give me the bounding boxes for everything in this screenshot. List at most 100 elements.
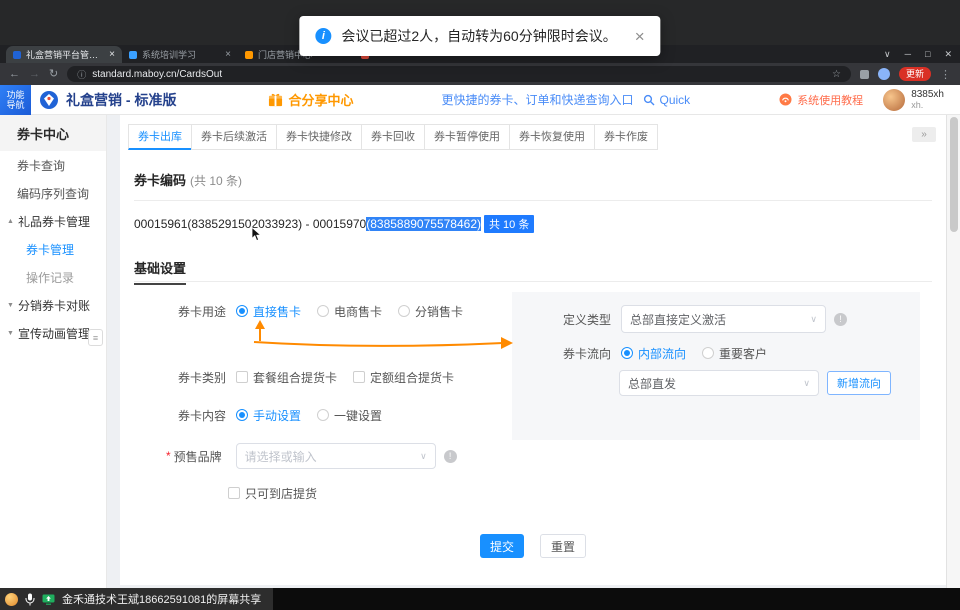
tab-card-recycle[interactable]: 券卡回收 [361, 124, 425, 150]
define-type-label: 定义类型 [563, 311, 613, 328]
microphone-icon[interactable] [25, 593, 35, 606]
reset-button[interactable]: 重置 [540, 534, 586, 558]
checkbox-fixed-combo-pickup-card[interactable]: 定额组合提货卡 [353, 369, 454, 386]
bookmark-star-icon[interactable]: ☆ [832, 69, 841, 80]
radio-ecommerce-sale[interactable]: 电商售卡 [317, 303, 382, 320]
flow-select[interactable]: 总部直发 ∨ [619, 370, 819, 396]
tab-favicon [245, 51, 253, 59]
card-tabs: 券卡出库 券卡后续激活 券卡快捷修改 券卡回收 券卡暂停使用 券卡恢复使用 券卡… [128, 124, 658, 150]
sidebar-item-card-query[interactable]: 券卡查询 [0, 151, 106, 179]
category-label: 券卡类别 [178, 369, 228, 386]
scrollbar-thumb[interactable] [950, 117, 958, 232]
minimize-icon[interactable]: ─ [905, 49, 911, 59]
store-only-row: 只可到店提货 [228, 483, 333, 503]
toast-close-icon[interactable]: × [635, 28, 645, 45]
screen-share-icon [42, 594, 55, 605]
sidebar-item-card-mgmt[interactable]: 券卡管理 [0, 235, 106, 263]
main-area: 券卡出库 券卡后续激活 券卡快捷修改 券卡回收 券卡暂停使用 券卡恢复使用 券卡… [107, 115, 946, 588]
brand-label: 预售品牌 [174, 448, 224, 465]
caret-up-icon: ▲ [7, 218, 14, 225]
tabs-expand-button[interactable]: » [912, 127, 936, 142]
radio-internal-flow[interactable]: 内部流向 [621, 345, 686, 362]
radio-label: 手动设置 [253, 407, 301, 424]
back-icon[interactable]: ← [9, 69, 20, 80]
define-type-select[interactable]: 总部直接定义激活 ∨ [621, 305, 826, 333]
checkbox-label: 定额组合提货卡 [370, 369, 454, 386]
address-bar: ← → ↻ ⓘ standard.maboy.cn/CardsOut ☆ 更新 … [0, 63, 960, 85]
tab-search-icon[interactable]: ∨ [884, 49, 891, 60]
app-header: 功能 导航 礼盒营销 - 标准版 合分享中心 更快捷的券卡、订单和快递查询入口 [0, 85, 960, 115]
define-type-row: 定义类型 总部直接定义激活 ∨ ! [563, 305, 847, 333]
window-close-icon[interactable]: ✕ [944, 49, 952, 60]
usage-label: 券卡用途 [178, 303, 228, 320]
sidebar-item-code-seq-query[interactable]: 编码序列查询 [0, 179, 106, 207]
info-icon: i [315, 28, 331, 44]
page-scrollbar[interactable] [946, 85, 960, 588]
radio-manual-setup[interactable]: 手动设置 [236, 407, 301, 424]
maximize-icon[interactable]: □ [925, 49, 930, 59]
brand-placeholder: 请选择或输入 [245, 448, 317, 465]
radio-label: 直接售卡 [253, 303, 301, 320]
browser-tab-2[interactable]: 系统培训学习 × [122, 46, 238, 63]
sidebar-group-distribution-recon[interactable]: ▼ 分销券卡对账 [0, 291, 106, 319]
define-type-info-icon[interactable]: ! [834, 313, 847, 326]
quick-entry-link[interactable]: 更快捷的券卡、订单和快递查询入口 [441, 91, 633, 108]
tab-card-activate[interactable]: 券卡后续激活 [191, 124, 277, 150]
content-card: 券卡出库 券卡后续激活 券卡快捷修改 券卡回收 券卡暂停使用 券卡恢复使用 券卡… [120, 115, 946, 585]
tab-title: 礼盒营销平台管理中心 [26, 48, 104, 61]
extensions-icon[interactable] [860, 70, 869, 79]
function-nav-line2: 导航 [6, 100, 24, 110]
tab-card-void[interactable]: 券卡作废 [594, 124, 658, 150]
radio-label: 内部流向 [638, 345, 686, 362]
user-info[interactable]: 8385xh xh. [883, 89, 944, 111]
tab-close-icon[interactable]: × [109, 50, 115, 60]
forward-icon[interactable]: → [29, 69, 40, 80]
radio-direct-sale[interactable]: 直接售卡 [236, 303, 301, 320]
brand-select[interactable]: 请选择或输入 ∨ [236, 443, 436, 469]
usage-row: 券卡用途 直接售卡 电商售卡 分销售卡 [178, 301, 479, 321]
checkbox-store-pickup-only[interactable]: 只可到店提货 [228, 485, 317, 502]
radio-label: 分销售卡 [415, 303, 463, 320]
sidebar-group-gift-card-mgmt[interactable]: ▲ 礼品券卡管理 [0, 207, 106, 235]
toolbar-right: 更新 ⋮ [860, 67, 951, 81]
submit-button[interactable]: 提交 [480, 534, 524, 558]
profile-avatar[interactable] [878, 68, 890, 80]
function-nav-button[interactable]: 功能 导航 [0, 85, 31, 115]
chrome-update-button[interactable]: 更新 [899, 67, 931, 81]
site-info-icon[interactable]: ⓘ [77, 68, 86, 81]
reload-icon[interactable]: ↻ [49, 69, 58, 80]
tab-card-outbound[interactable]: 券卡出库 [128, 124, 192, 150]
tab-card-quick-edit[interactable]: 券卡快捷修改 [276, 124, 362, 150]
checkbox-combo-pickup-card[interactable]: 套餐组合提货卡 [236, 369, 337, 386]
define-type-value: 总部直接定义激活 [630, 311, 726, 328]
radio-distribution-sale[interactable]: 分销售卡 [398, 303, 463, 320]
flow-label: 券卡流向 [563, 345, 613, 362]
radio-label: 电商售卡 [334, 303, 382, 320]
tutorial-label: 系统使用教程 [797, 92, 863, 108]
browser-menu-icon[interactable]: ⋮ [940, 68, 951, 81]
flow-value: 总部直发 [628, 375, 676, 392]
browser-tab-1[interactable]: 礼盒营销平台管理中心 × [6, 46, 122, 63]
tab-close-icon[interactable]: × [225, 50, 231, 60]
brand-info-icon[interactable]: ! [444, 450, 457, 463]
divider [134, 281, 932, 282]
tutorial-link[interactable]: 系统使用教程 [779, 92, 863, 108]
sidebar-title: 券卡中心 [0, 115, 106, 151]
quick-search-link[interactable]: Quick [643, 93, 690, 107]
radio-icon [398, 305, 410, 317]
sidebar: 券卡中心 券卡查询 编码序列查询 ▲ 礼品券卡管理 券卡管理 操作记录 ▼ 分销… [0, 115, 107, 588]
sidebar-collapse-handle[interactable]: ≡ [88, 329, 103, 346]
share-center-link[interactable]: 合分享中心 [268, 90, 353, 109]
sidebar-item-operation-log[interactable]: 操作记录 [0, 263, 106, 291]
content-label: 券卡内容 [178, 407, 228, 424]
brand: 礼盒营销 - 标准版 [39, 90, 176, 110]
sharer-avatar [5, 593, 18, 606]
url-field[interactable]: ⓘ standard.maboy.cn/CardsOut ☆ [67, 66, 851, 82]
add-flow-button[interactable]: 新增流向 [827, 371, 891, 395]
radio-important-customer[interactable]: 重要客户 [702, 345, 767, 362]
tab-card-restore[interactable]: 券卡恢复使用 [509, 124, 595, 150]
radio-one-click-setup[interactable]: 一键设置 [317, 407, 382, 424]
radio-icon [236, 409, 248, 421]
chevron-down-icon: ∨ [420, 451, 427, 462]
tab-card-suspend[interactable]: 券卡暂停使用 [424, 124, 510, 150]
